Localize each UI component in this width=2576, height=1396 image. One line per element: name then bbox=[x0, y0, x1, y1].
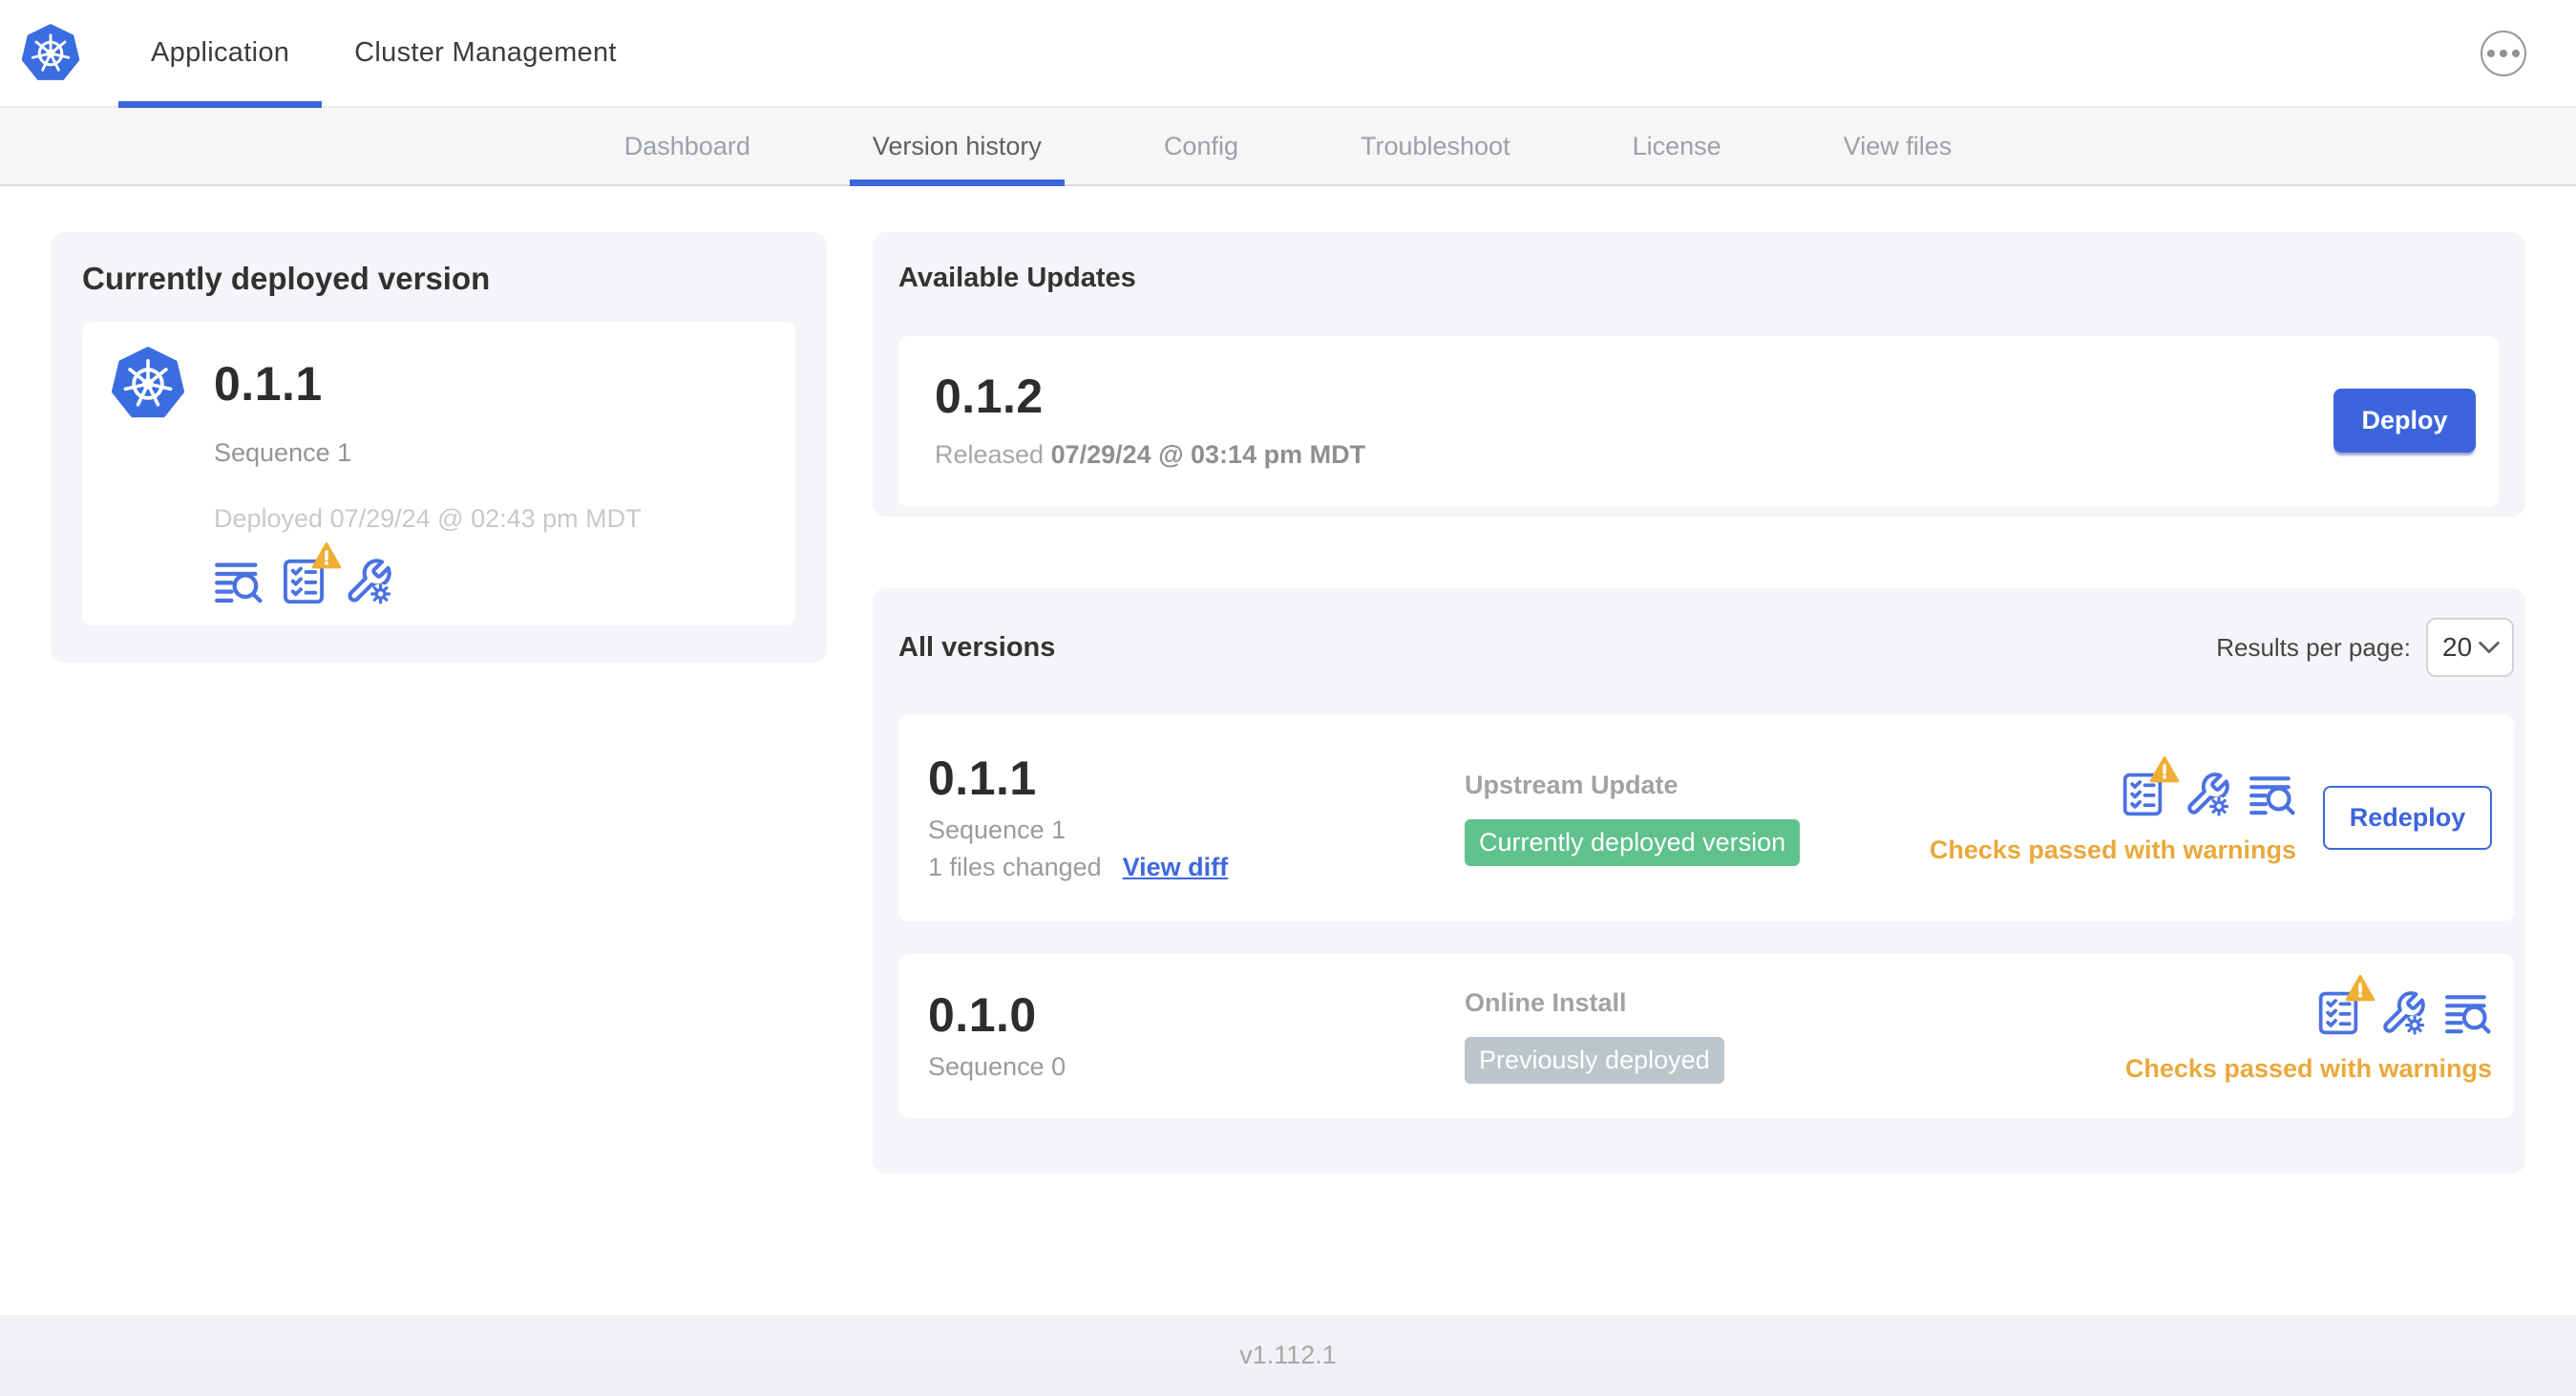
tab-view-files[interactable]: View files bbox=[1821, 108, 1975, 184]
config-icon[interactable] bbox=[2379, 989, 2427, 1037]
top-nav: Application Cluster Management bbox=[0, 0, 2576, 108]
preflight-checks-warning-icon[interactable] bbox=[2119, 771, 2166, 818]
currently-deployed-version-card: 0.1.1 Sequence 1 Deployed 07/29/24 @ 02:… bbox=[82, 322, 795, 625]
preflight-checks-warning-icon[interactable] bbox=[279, 557, 328, 606]
tab-view-files-label: View files bbox=[1843, 131, 1953, 160]
row-sequence: Sequence 1 bbox=[928, 814, 1066, 844]
deployed-timestamp: Deployed 07/29/24 @ 02:43 pm MDT bbox=[214, 504, 642, 533]
files-changed: 1 files changed bbox=[928, 852, 1102, 881]
main-content: Currently deployed version 0.1.1 Sequenc… bbox=[0, 186, 2576, 1174]
sub-nav: Dashboard Version history Config Trouble… bbox=[0, 108, 2576, 186]
tab-dashboard[interactable]: Dashboard bbox=[602, 108, 773, 184]
warning-triangle-icon bbox=[311, 541, 342, 570]
tab-cluster-management[interactable]: Cluster Management bbox=[322, 0, 649, 106]
currently-deployed-card: Currently deployed version 0.1.1 Sequenc… bbox=[51, 232, 827, 663]
status-badge: Currently deployed version bbox=[1465, 818, 1801, 866]
tab-troubleshoot-label: Troubleshoot bbox=[1360, 131, 1510, 160]
tab-config[interactable]: Config bbox=[1141, 108, 1261, 184]
released-label: Released bbox=[935, 440, 1045, 470]
view-diff-link[interactable]: View diff bbox=[1123, 853, 1229, 882]
version-source: Upstream Update bbox=[1465, 770, 1679, 799]
deployed-version-number: 0.1.1 bbox=[214, 356, 323, 411]
tab-troubleshoot[interactable]: Troubleshoot bbox=[1338, 108, 1533, 184]
row-version-number: 0.1.1 bbox=[928, 751, 1037, 806]
available-updates-title: Available Updates bbox=[898, 263, 1136, 293]
released-date: 07/29/24 @ 03:14 pm MDT bbox=[1050, 440, 1366, 470]
config-icon[interactable] bbox=[344, 557, 393, 606]
kubernetes-logo-icon bbox=[21, 22, 80, 85]
tab-application[interactable]: Application bbox=[118, 0, 323, 108]
ellipsis-icon bbox=[2487, 49, 2520, 57]
released-timestamp: Released 07/29/24 @ 03:14 pm MDT bbox=[935, 440, 1365, 470]
all-versions-title: All versions bbox=[898, 631, 1056, 663]
warning-triangle-icon bbox=[2345, 974, 2375, 1003]
all-versions-card: All versions Results per page: 20 0.1.1 … bbox=[873, 588, 2525, 1174]
warning-triangle-icon bbox=[2149, 755, 2180, 784]
results-per-page-value: 20 bbox=[2442, 632, 2473, 662]
version-row-0-1-1: 0.1.1 Sequence 1 1 files changed View di… bbox=[898, 714, 2514, 921]
preflight-checks-warning-icon[interactable] bbox=[2314, 989, 2362, 1037]
checks-status[interactable]: Checks passed with warnings bbox=[1930, 835, 2296, 865]
footer: v1.112.1 bbox=[0, 1315, 2576, 1396]
available-update-row: 0.1.2 Released 07/29/24 @ 03:14 pm MDT D… bbox=[898, 336, 2499, 507]
logs-icon[interactable] bbox=[2444, 989, 2492, 1037]
tab-license-label: License bbox=[1632, 131, 1721, 160]
row-sequence: Sequence 0 bbox=[928, 1051, 1066, 1081]
deploy-button[interactable]: Deploy bbox=[2333, 389, 2476, 453]
tab-version-history[interactable]: Version history bbox=[849, 108, 1066, 186]
checks-status[interactable]: Checks passed with warnings bbox=[2125, 1054, 2492, 1084]
version-row-0-1-0: 0.1.0 Sequence 0 Online Install Previous… bbox=[898, 954, 2514, 1118]
status-badge: Previously deployed bbox=[1465, 1037, 1724, 1084]
version-source: Online Install bbox=[1465, 988, 1627, 1017]
tab-dashboard-label: Dashboard bbox=[623, 131, 750, 160]
results-per-page-label: Results per page: bbox=[2216, 632, 2411, 662]
currently-deployed-title: Currently deployed version bbox=[82, 261, 491, 296]
logs-icon[interactable] bbox=[2249, 771, 2296, 818]
chevron-down-icon bbox=[2478, 641, 2501, 654]
console-version: v1.112.1 bbox=[1239, 1341, 1337, 1369]
kubernetes-app-icon bbox=[111, 345, 185, 423]
tab-license[interactable]: License bbox=[1610, 108, 1744, 184]
config-icon[interactable] bbox=[2184, 771, 2231, 818]
more-menu-button[interactable] bbox=[2481, 30, 2526, 76]
redeploy-button[interactable]: Redeploy bbox=[2323, 786, 2492, 850]
deployed-sequence: Sequence 1 bbox=[214, 438, 352, 467]
app-tabs: Application Cluster Management bbox=[118, 0, 649, 108]
tab-config-label: Config bbox=[1163, 131, 1238, 160]
logs-icon[interactable] bbox=[214, 557, 264, 606]
tab-application-label: Application bbox=[151, 37, 290, 68]
available-updates-card: Available Updates 0.1.2 Released 07/29/2… bbox=[873, 232, 2525, 517]
results-per-page-select[interactable]: 20 bbox=[2426, 618, 2514, 677]
tab-cluster-management-label: Cluster Management bbox=[354, 37, 617, 68]
row-version-number: 0.1.0 bbox=[928, 988, 1037, 1043]
tab-version-history-label: Version history bbox=[872, 131, 1042, 160]
update-version-number: 0.1.2 bbox=[935, 369, 1044, 423]
